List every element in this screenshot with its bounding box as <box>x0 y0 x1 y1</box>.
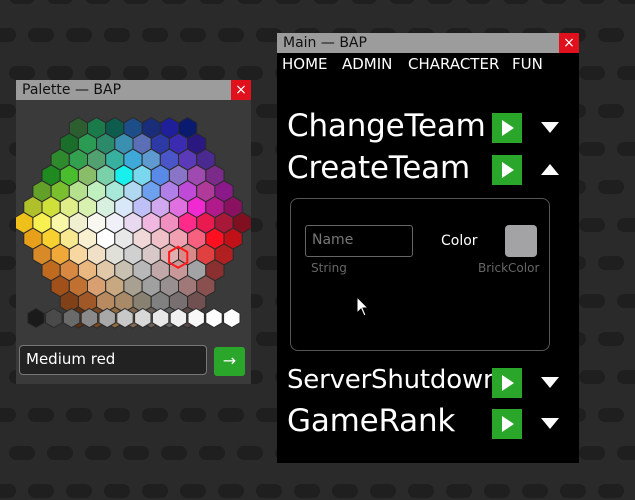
color-type-hint: BrickColor <box>478 261 540 275</box>
gray-hex[interactable] <box>27 307 45 329</box>
play-icon <box>502 162 514 178</box>
hex-color-grid[interactable] <box>16 100 251 340</box>
main-titlebar[interactable]: Main — BAP × <box>277 33 579 53</box>
menu-fun[interactable]: FUN <box>512 55 543 73</box>
command-name-changeteam: ChangeTeam <box>287 108 486 144</box>
play-icon <box>502 120 514 136</box>
palette-window: Palette — BAP × Medium red → <box>16 80 251 384</box>
expand-changeteam-chevron-down-icon[interactable] <box>540 120 560 136</box>
gray-hex[interactable] <box>187 307 205 329</box>
run-servershutdown-button[interactable] <box>492 368 522 398</box>
menu-home[interactable]: HOME <box>282 55 328 73</box>
gray-hex[interactable] <box>205 307 223 329</box>
color-name-input[interactable]: Medium red <box>19 345 207 375</box>
gray-hex[interactable] <box>223 307 241 329</box>
run-gamerank-button[interactable] <box>492 409 522 439</box>
createteam-args-panel: Name String Color BrickColor <box>290 198 550 351</box>
main-title: Main — BAP <box>283 35 367 51</box>
menu-admin[interactable]: ADMIN <box>342 55 392 73</box>
gray-hex[interactable] <box>116 307 134 329</box>
palette-titlebar[interactable]: Palette — BAP × <box>16 80 251 100</box>
main-close-button[interactable]: × <box>559 33 579 53</box>
gray-hex[interactable] <box>98 307 116 329</box>
gray-hex[interactable] <box>151 307 170 329</box>
expand-gamerank-chevron-down-icon[interactable] <box>540 416 560 432</box>
menu-bar: HOME ADMIN CHARACTER FUN <box>277 53 579 75</box>
expand-servershutdown-chevron-down-icon[interactable] <box>540 375 560 391</box>
team-color-swatch[interactable] <box>505 225 537 257</box>
palette-close-button[interactable]: × <box>231 80 251 100</box>
apply-color-button[interactable]: → <box>214 347 245 376</box>
run-createteam-button[interactable] <box>492 155 522 185</box>
play-icon <box>502 416 514 432</box>
color-label: Color <box>441 233 478 249</box>
team-name-input[interactable]: Name <box>305 225 413 257</box>
gray-hex[interactable] <box>45 307 63 329</box>
gray-hex[interactable] <box>62 307 81 329</box>
gray-hex[interactable] <box>134 307 152 329</box>
collapse-createteam-chevron-up-icon[interactable] <box>540 162 560 178</box>
palette-title: Palette — BAP <box>22 82 122 98</box>
name-type-hint: String <box>311 261 347 275</box>
gray-hex[interactable] <box>80 307 99 329</box>
mouse-cursor-icon <box>356 296 370 317</box>
arrow-right-icon: → <box>222 351 237 370</box>
command-name-servershutdown: ServerShutdown <box>287 365 500 395</box>
gray-hex[interactable] <box>169 307 188 329</box>
run-changeteam-button[interactable] <box>492 113 522 143</box>
play-icon <box>502 375 514 391</box>
command-name-createteam: CreateTeam <box>287 150 470 186</box>
command-name-gamerank: GameRank <box>287 403 456 439</box>
main-window: Main — BAP × HOME ADMIN CHARACTER FUN Ch… <box>277 33 579 463</box>
menu-character[interactable]: CHARACTER <box>408 55 499 73</box>
